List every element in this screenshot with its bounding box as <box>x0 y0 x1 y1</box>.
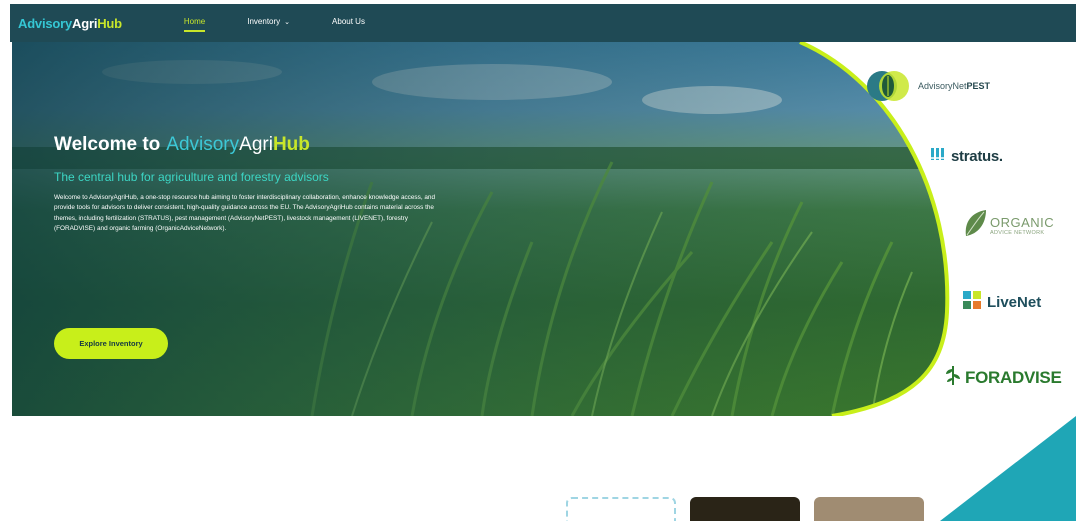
brand-part-hub: Hub <box>97 15 122 31</box>
livenet-squares-icon <box>962 290 982 315</box>
top-navbar: Advisory Agri Hub Home Inventory ⌄ About… <box>10 4 1076 42</box>
partner-name-organic: ORGANIC ADVICE NETWORK <box>990 215 1054 236</box>
partner-name-regular: AdvisoryNet <box>918 81 967 91</box>
page: Advisory Agri Hub Home Inventory ⌄ About… <box>0 0 1076 521</box>
partner-logo-advisorynetpest[interactable]: AdvisoryNetPEST <box>866 68 990 104</box>
nav-item-label: Inventory <box>247 17 281 26</box>
hero-subtitle: The central hub for agriculture and fore… <box>54 170 329 184</box>
hero-content: Welcome to Advisory Agri Hub The central… <box>54 134 474 359</box>
partner-name-line2: ADVICE NETWORK <box>990 230 1045 236</box>
partner-logo-livenet[interactable]: LiveNet <box>962 290 1041 315</box>
partner-name-stratus: stratus. <box>951 148 1003 165</box>
nav-item-home[interactable]: Home <box>183 17 206 32</box>
hero-description: Welcome to AdvisoryAgriHub, a one-stop r… <box>54 194 436 233</box>
leaf-icon <box>962 208 988 243</box>
fern-icon <box>944 364 962 391</box>
stratus-bars-icon <box>930 146 946 167</box>
nav-item-inventory[interactable]: Inventory ⌄ <box>247 17 290 29</box>
explore-inventory-button[interactable]: Explore Inventory <box>54 328 168 359</box>
inventory-card[interactable] <box>566 497 676 521</box>
hero-title-brand-advisory: Advisory <box>166 134 240 155</box>
brand-part-advisory: Advisory <box>18 15 73 31</box>
nav-links: Home Inventory ⌄ About Us <box>183 17 407 32</box>
leaf-icon <box>866 68 910 104</box>
partner-logo-foradvise[interactable]: FORADVISE <box>944 364 1062 391</box>
inventory-card[interactable] <box>690 497 800 521</box>
hero-title-brand: Advisory Agri Hub <box>166 134 310 156</box>
partner-name-pest: AdvisoryNetPEST <box>918 81 990 91</box>
hero-title: Welcome to Advisory Agri Hub <box>54 134 474 156</box>
nav-item-label: Home <box>183 17 206 26</box>
partner-logo-organic-advice-network[interactable]: ORGANIC ADVICE NETWORK <box>962 208 1054 243</box>
partner-logo-stratus[interactable]: stratus. <box>930 146 1003 167</box>
inventory-card[interactable] <box>814 497 924 521</box>
partner-name-bold: PEST <box>966 81 991 91</box>
partner-name-line1: ORGANIC <box>990 215 1055 230</box>
nav-item-label: About Us <box>332 17 365 26</box>
hero-title-prefix: Welcome to <box>54 134 161 155</box>
brand-logo[interactable]: Advisory Agri Hub <box>18 16 122 31</box>
hero-title-brand-hub: Hub <box>272 134 310 155</box>
brand-part-agri: Agri <box>72 15 98 31</box>
nav-item-about-us[interactable]: About Us <box>332 17 365 29</box>
hero-title-brand-agri: Agri <box>239 134 273 155</box>
partner-name-livenet: LiveNet <box>987 294 1042 311</box>
partner-name-foradvise: FORADVISE <box>965 367 1062 387</box>
chevron-down-icon: ⌄ <box>284 18 291 26</box>
